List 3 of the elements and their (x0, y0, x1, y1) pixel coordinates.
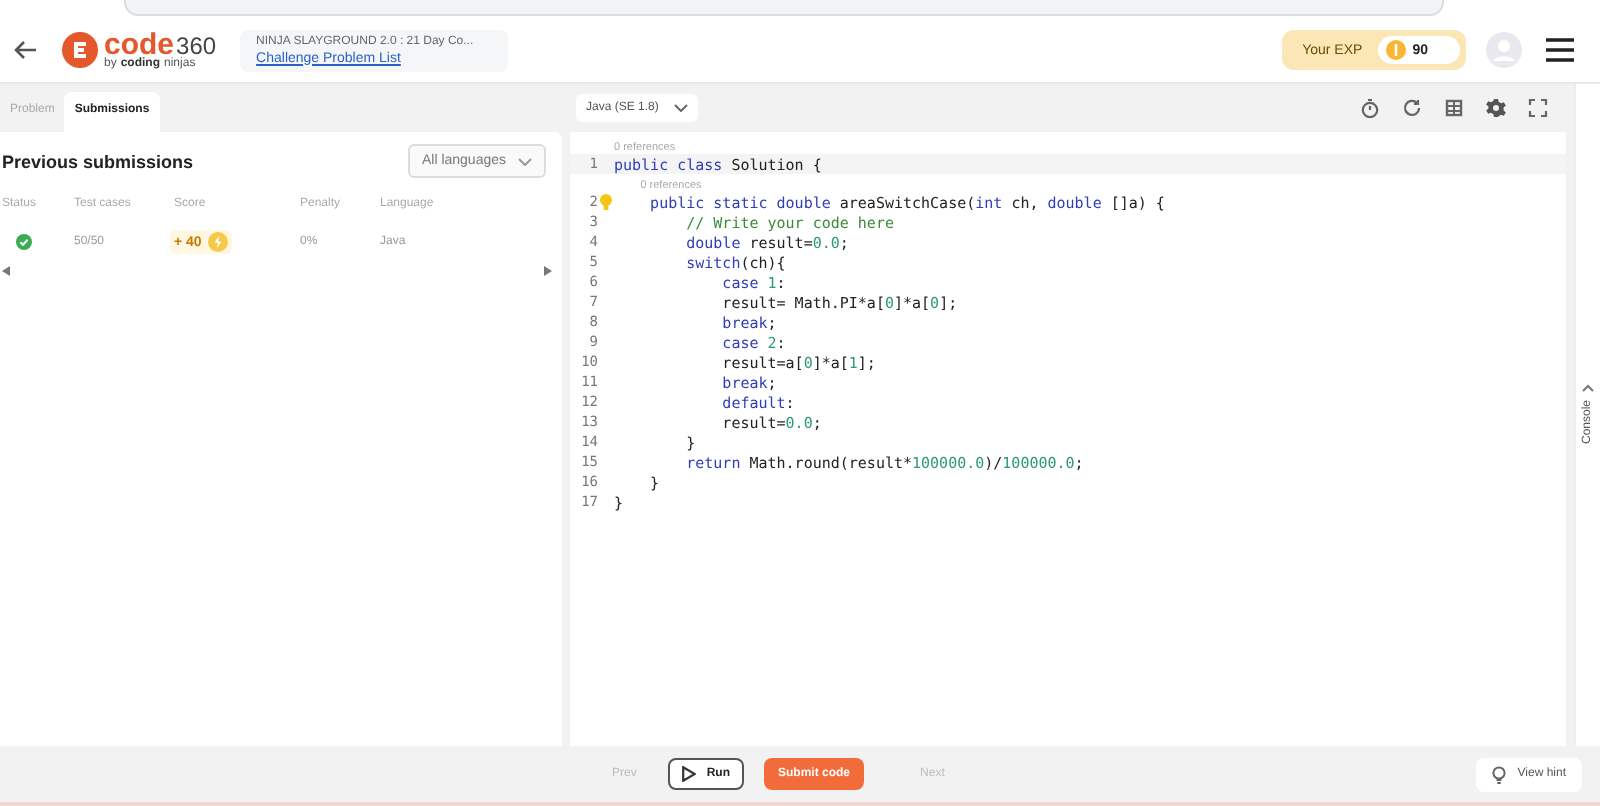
section-title: Previous submissions (2, 151, 194, 171)
logo-number: 360 (176, 34, 217, 58)
logo-wordmark: code (104, 30, 175, 60)
